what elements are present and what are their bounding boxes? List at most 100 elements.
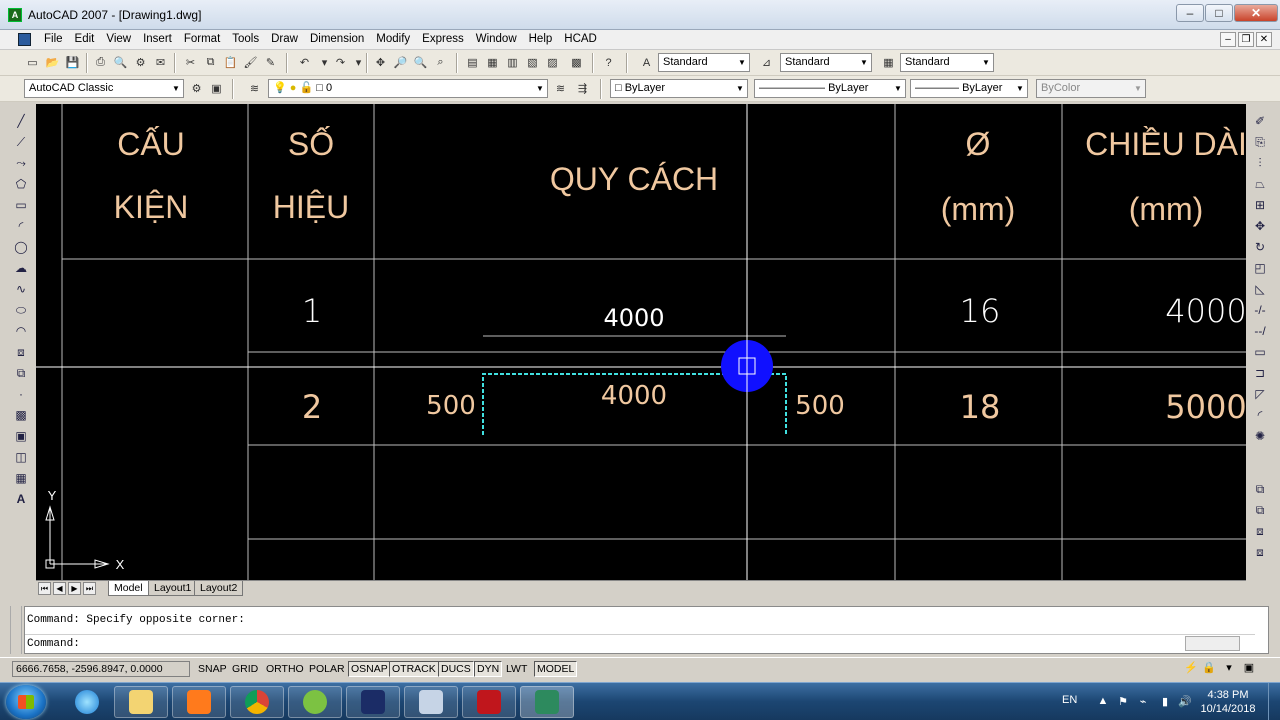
table-style-select[interactable]: Standard ▼ [900, 53, 994, 72]
region-icon[interactable]: ◫ [12, 448, 30, 466]
etransmit-icon[interactable]: ✉ [152, 54, 169, 71]
draworder-above-icon[interactable]: ⧈ [1251, 522, 1269, 540]
copy-object-icon[interactable]: ⎘ [1251, 133, 1269, 151]
minimize-button[interactable]: – [1176, 4, 1204, 22]
paste-icon[interactable]: 📋 [222, 54, 239, 71]
cut-icon[interactable]: ✂ [182, 54, 199, 71]
revision-cloud-icon[interactable]: ☁ [12, 259, 30, 277]
communication-center-icon[interactable]: ⚡ [1184, 661, 1198, 675]
status-menu-icon[interactable]: ▾ [1222, 661, 1236, 675]
tray-network-icon[interactable]: ▮ [1158, 695, 1172, 709]
taskbar-chrome[interactable] [230, 686, 284, 718]
calculator-icon[interactable]: ▩ [568, 54, 585, 71]
show-desktop-button[interactable] [1268, 683, 1280, 720]
taskbar-network-app[interactable] [404, 686, 458, 718]
new-icon[interactable]: ▭ [24, 54, 41, 71]
polygon-icon[interactable]: ⬠ [12, 175, 30, 193]
plot-icon[interactable]: ⎙ [92, 54, 109, 71]
taskbar-audio-app[interactable] [346, 686, 400, 718]
tab-prev-icon[interactable]: ◀ [53, 582, 66, 595]
taskbar-autocad-red[interactable] [462, 686, 516, 718]
menu-help[interactable]: Help [523, 33, 559, 45]
color-select[interactable]: □ ByLayer ▼ [610, 79, 748, 98]
menu-modify[interactable]: Modify [370, 33, 416, 45]
tray-flag-icon[interactable]: ⚑ [1116, 695, 1130, 709]
zoom-previous-icon[interactable]: ⌕ [432, 54, 449, 71]
workspace-settings-icon[interactable]: ⚙ [188, 80, 205, 97]
close-button[interactable]: ✕ [1234, 4, 1278, 22]
model-toggle[interactable]: MODEL [534, 661, 578, 677]
spline-icon[interactable]: ∿ [12, 280, 30, 298]
snap-toggle[interactable]: SNAP [195, 661, 230, 677]
gradient-icon[interactable]: ▣ [12, 427, 30, 445]
tab-next-icon[interactable]: ▶ [68, 582, 81, 595]
lineweight-select[interactable]: ―――― ByLayer ▼ [910, 79, 1028, 98]
doc-minimize-button[interactable]: – [1220, 32, 1236, 47]
menu-express[interactable]: Express [416, 33, 470, 45]
tab-last-icon[interactable]: ⏭ [83, 582, 96, 595]
polyline-icon[interactable]: ⤳ [12, 154, 30, 172]
fillet-icon[interactable]: ◜ [1251, 406, 1269, 424]
menu-format[interactable]: Format [178, 33, 226, 45]
grid-toggle[interactable]: GRID [229, 661, 262, 677]
help-icon[interactable]: ? [600, 54, 617, 71]
tool-palettes-icon[interactable]: ▥ [504, 54, 521, 71]
plot-preview-icon[interactable]: 🔍 [112, 54, 129, 71]
rectangle-icon[interactable]: ▭ [12, 196, 30, 214]
plotstyle-select[interactable]: ByColor ▼ [1036, 79, 1146, 98]
tab-first-icon[interactable]: ⏮ [38, 582, 51, 595]
taskbar-explorer[interactable] [114, 686, 168, 718]
make-block-icon[interactable]: ⧉ [12, 364, 30, 382]
match-properties-icon[interactable]: 🖌 [242, 54, 259, 71]
tab-layout2[interactable]: Layout2 [194, 581, 244, 596]
hatch-icon[interactable]: ▩ [12, 406, 30, 424]
scale-icon[interactable]: ◰ [1251, 259, 1269, 277]
doc-restore-button[interactable]: ❐ [1238, 32, 1254, 47]
maximize-button[interactable]: □ [1205, 4, 1233, 22]
taskbar-media-player[interactable] [172, 686, 226, 718]
ortho-toggle[interactable]: ORTHO [263, 661, 307, 677]
document-icon[interactable] [18, 33, 31, 46]
mirror-icon[interactable]: ⫶ [1251, 154, 1269, 172]
markup-icon[interactable]: ▨ [544, 54, 561, 71]
draworder-under-icon[interactable]: ⧈ [1251, 543, 1269, 561]
chamfer-icon[interactable]: ◸ [1251, 385, 1269, 403]
language-indicator[interactable]: EN [1062, 694, 1077, 706]
move-icon[interactable]: ✥ [1251, 217, 1269, 235]
publish-icon[interactable]: ⚙ [132, 54, 149, 71]
point-icon[interactable]: · [12, 385, 30, 403]
start-button[interactable] [6, 685, 46, 719]
lwt-toggle[interactable]: LWT [503, 661, 531, 677]
undo-dropdown-icon[interactable]: ▾ [316, 54, 333, 71]
design-center-icon[interactable]: ▦ [484, 54, 501, 71]
autocad-app-icon[interactable]: A [8, 8, 22, 22]
tab-model[interactable]: Model [108, 581, 149, 596]
construction-line-icon[interactable]: ⟋ [12, 133, 30, 151]
taskbar-autocad-2007[interactable] [520, 686, 574, 718]
properties-icon[interactable]: ▤ [464, 54, 481, 71]
polar-toggle[interactable]: POLAR [306, 661, 348, 677]
taskbar-ie[interactable] [60, 686, 114, 718]
lock-toolbar-icon[interactable]: 🔒 [1202, 661, 1216, 675]
arc-icon[interactable]: ◜ [12, 217, 30, 235]
workspace-save-icon[interactable]: ▣ [208, 80, 225, 97]
ducs-toggle[interactable]: DUCS [438, 661, 474, 677]
dim-style-select[interactable]: Standard ▼ [780, 53, 872, 72]
multiline-text-icon[interactable]: A [12, 490, 30, 508]
tray-power-icon[interactable]: ⌁ [1136, 695, 1150, 709]
menu-dimension[interactable]: Dimension [304, 33, 370, 45]
array-icon[interactable]: ⊞ [1251, 196, 1269, 214]
menu-insert[interactable]: Insert [137, 33, 178, 45]
layer-select[interactable]: 💡 ● 🔓 □ 0 ▼ [268, 79, 548, 98]
menu-hcad[interactable]: HCAD [558, 33, 603, 45]
menu-edit[interactable]: Edit [69, 33, 101, 45]
explode-icon[interactable]: ✺ [1251, 427, 1269, 445]
menu-window[interactable]: Window [470, 33, 523, 45]
taskbar-clock[interactable]: 4:38 PM 10/14/2018 [1198, 688, 1258, 716]
command-window[interactable]: Command: Specify opposite corner: Comman… [24, 606, 1269, 654]
redo-icon[interactable]: ↷ [332, 54, 349, 71]
command-prompt[interactable]: Command: [27, 638, 80, 650]
taskbar-app-green[interactable] [288, 686, 342, 718]
save-icon[interactable]: 💾 [64, 54, 81, 71]
line-icon[interactable]: ╱ [12, 112, 30, 130]
